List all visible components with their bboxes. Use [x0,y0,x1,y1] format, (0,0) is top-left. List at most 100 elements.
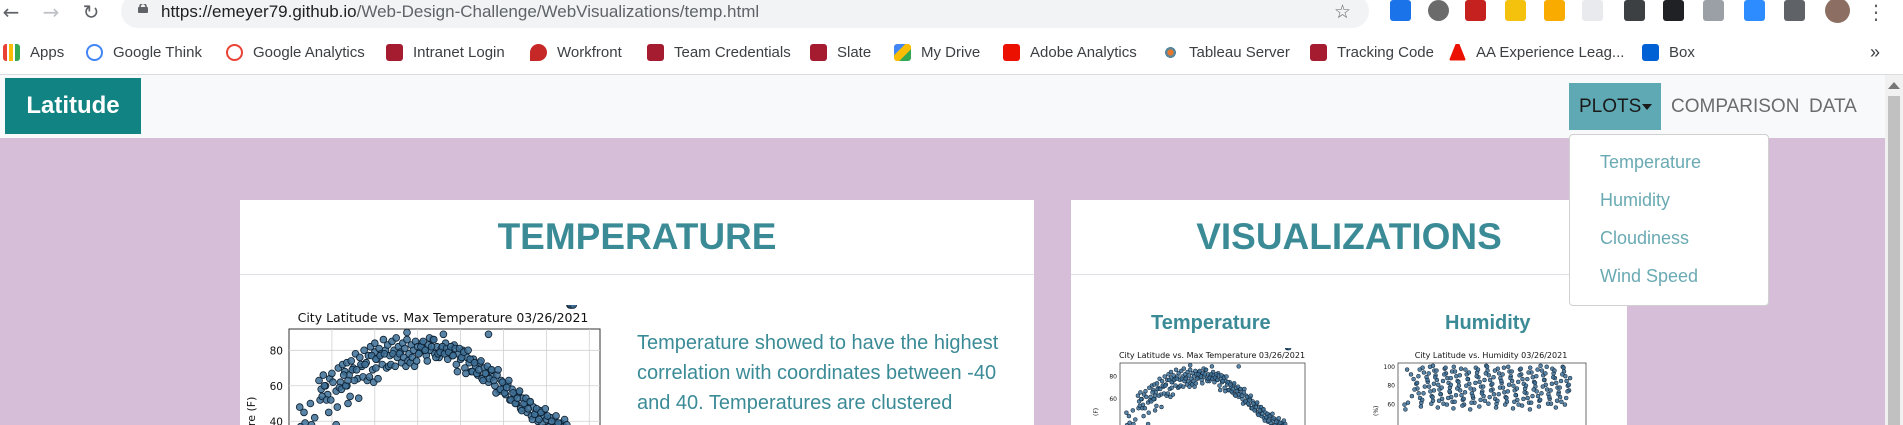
bookmark-item[interactable]: My Drive [894,41,980,63]
data-point [1536,404,1542,409]
data-point [1554,398,1560,404]
zoom-icon[interactable] [1744,0,1765,21]
data-point [1170,392,1176,397]
puzzle-icon[interactable] [1784,0,1805,21]
dropdown-item-temperature[interactable]: Temperature [1600,152,1701,173]
bookmark-item[interactable]: Adobe Analytics [1003,41,1137,63]
data-point [350,376,359,385]
data-point [1510,406,1516,411]
data-point [333,403,342,411]
extension-icon[interactable] [1582,0,1603,21]
avatar[interactable] [1825,0,1850,23]
data-point [1491,374,1496,380]
thumb-title-humidity[interactable]: Humidity [1445,312,1531,335]
data-point [1416,391,1421,396]
temperature-thumbnail-chart[interactable]: City Latitude vs. Max Temperature 03/26/… [1090,348,1320,425]
data-point [1439,385,1444,390]
temperature-scatter-chart: City Latitude vs. Max Temperature 03/26/… [245,305,601,425]
thumb-y-tick: 60 [1109,396,1117,403]
data-point [1451,406,1456,411]
plots-dropdown-toggle[interactable]: PLOTS [1569,83,1661,130]
data-point [1411,376,1416,382]
data-point [1455,386,1460,391]
dropdown-item-cloudiness[interactable]: Cloudiness [1600,228,1689,249]
data-point [1469,400,1474,405]
data-point [1187,367,1193,373]
data-point [1417,367,1422,372]
data-point [541,405,550,413]
data-point [1488,388,1494,393]
adobe-icon [1003,43,1020,61]
extension-icon[interactable] [1505,0,1526,21]
data-point [1461,396,1466,402]
dropdown-item-wind-speed[interactable]: Wind Speed [1600,266,1698,287]
data-point [1477,404,1482,409]
back-icon[interactable]: ← [0,0,22,24]
bookmark-item[interactable]: Box [1642,41,1695,63]
visualizations-title: VISUALIZATIONS [1196,216,1502,257]
data-point [347,357,355,365]
bookmark-item[interactable]: Workfront [530,41,622,63]
data-point [1412,387,1417,392]
bookmark-item[interactable]: Google Think [86,41,202,63]
bookmark-item[interactable]: AA Experience Leag... [1449,41,1624,63]
bookmarks-overflow-button[interactable]: » [1870,41,1880,63]
data-point [301,419,309,425]
data-point [1200,381,1205,386]
scroll-up-arrow-icon[interactable] [1888,82,1900,89]
data-point [1508,375,1513,381]
data-point [1490,381,1495,387]
extension-icon[interactable] [1428,0,1449,21]
bookmark-star-icon[interactable]: ☆ [1334,0,1351,24]
data-point [554,419,562,425]
workfront-icon [530,43,547,61]
forward-icon[interactable]: → [40,0,62,24]
bookmark-item[interactable]: Tracking Code [1310,41,1434,63]
data-point [1217,387,1223,393]
thumb-title-temperature[interactable]: Temperature [1151,312,1271,335]
bookmark-item[interactable]: Team Credentials [647,41,791,63]
bookmark-item[interactable]: Slate [810,41,871,63]
dropdown-item-humidity[interactable]: Humidity [1600,190,1670,211]
data-point [1142,405,1148,411]
data-point [517,406,526,415]
extension-icon[interactable] [1390,0,1411,21]
data-point [1512,399,1517,405]
humidity-thumbnail-chart[interactable]: City Latitude vs. Humidity 03/26/2021 10… [1370,348,1600,425]
data-point [1528,400,1534,405]
nav-data[interactable]: DATA [1809,83,1857,130]
data-point [1231,381,1237,386]
scrollbar-thumb[interactable] [1888,96,1900,425]
data-point [490,376,498,385]
data-point [1276,416,1282,421]
data-point [361,360,369,369]
data-point [430,335,438,344]
overflow-label: » [1870,41,1881,62]
url-text[interactable]: https://emeyer79.github.io/Web-Design-Ch… [161,0,759,24]
extension-icon[interactable] [1624,0,1645,21]
bookmark-apps[interactable]: Apps [3,41,64,63]
reload-icon[interactable]: ↻ [80,0,102,24]
bookmark-label: Apps [30,43,65,61]
data-point [475,366,483,374]
bookmark-item[interactable]: Tableau Server [1162,41,1290,63]
bookmark-label: Box [1669,43,1695,61]
extension-icon[interactable] [1465,0,1486,21]
data-point [1416,373,1421,379]
bookmark-item[interactable]: Intranet Login [386,41,505,63]
dropbox-icon[interactable] [1703,0,1724,21]
page-title: TEMPERATURE [497,216,777,257]
brand-logo[interactable]: Latitude [5,78,141,134]
menu-dots-icon[interactable]: ⋮ [1865,0,1887,24]
data-point [1168,369,1174,375]
bookmark-item[interactable]: Google Analytics [226,41,365,63]
bookmark-label: Tableau Server [1189,43,1290,61]
nav-comparison[interactable]: COMPARISON [1671,83,1799,130]
data-point [1550,374,1556,380]
data-point [1247,398,1252,403]
extension-icon[interactable] [1663,0,1684,21]
extension-icon[interactable] [1544,0,1565,21]
data-point [354,394,363,402]
bookmark-label: My Drive [921,43,981,61]
data-point [427,342,436,351]
